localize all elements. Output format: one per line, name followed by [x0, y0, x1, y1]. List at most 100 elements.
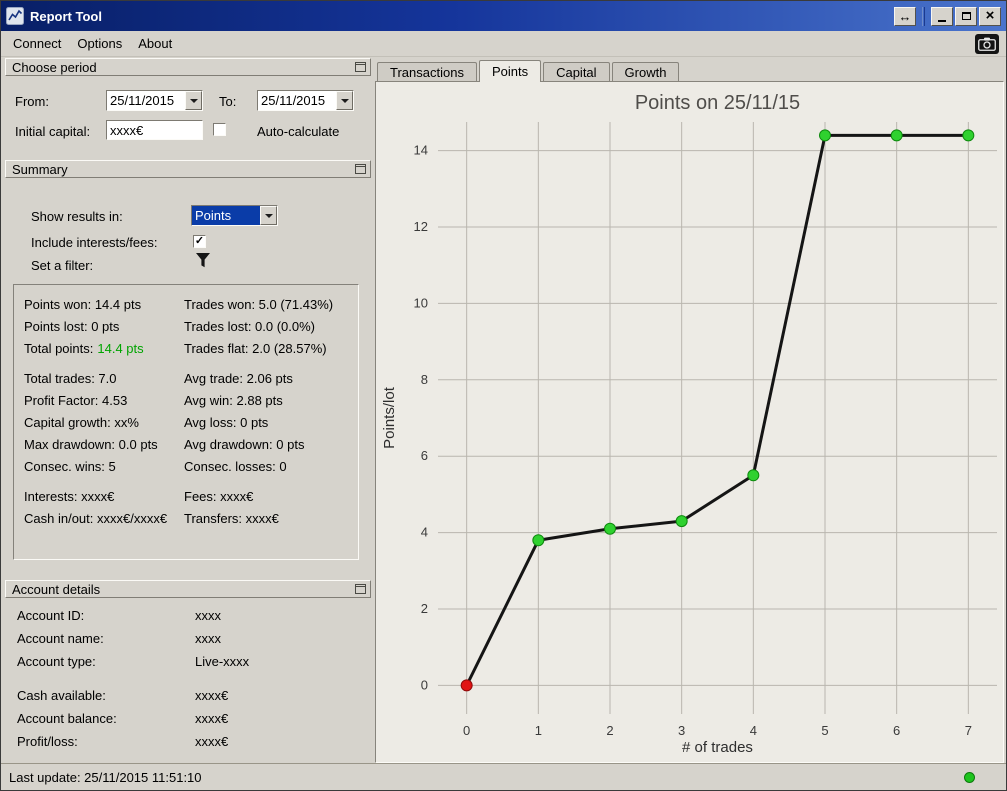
- stat-consec-losses: Consec. losses: 0: [184, 459, 287, 474]
- stat-consec-wins: Consec. wins: 5: [24, 459, 116, 474]
- chart-tab-bar: Transactions Points Capital Growth: [375, 59, 1004, 82]
- points-line-chart: 0 1 2 3 4 5 6 702468101214Points on 25/11/15# o…: [376, 82, 1003, 762]
- svg-text:3: 3: [678, 723, 685, 738]
- menu-item-connect[interactable]: Connect: [5, 33, 69, 54]
- float-panel-icon[interactable]: [355, 62, 366, 72]
- account-name-label: Account name:: [17, 631, 104, 646]
- svg-text:1: 1: [535, 723, 542, 738]
- screenshot-button[interactable]: [975, 34, 999, 54]
- stat-points-lost: Points lost: 0 pts: [24, 319, 120, 334]
- tab-growth[interactable]: Growth: [611, 62, 680, 81]
- close-button[interactable]: ×: [979, 6, 1001, 26]
- title-bar[interactable]: Report Tool ↔ ×: [1, 1, 1006, 31]
- account-details-title: Account details: [12, 581, 101, 597]
- from-date-dropdown-button[interactable]: [185, 91, 202, 110]
- tab-transactions[interactable]: Transactions: [377, 62, 477, 81]
- svg-text:14: 14: [414, 143, 428, 158]
- menu-item-options[interactable]: Options: [69, 33, 130, 54]
- stat-trades-lost: Trades lost: 0.0 (0.0%): [184, 319, 316, 334]
- svg-text:0: 0: [421, 677, 428, 692]
- account-id-label: Account ID:: [17, 608, 85, 623]
- auto-calculate-label: Auto-calculate: [257, 124, 340, 139]
- stat-total-points-label: Total points:: [24, 341, 94, 356]
- account-type-label: Account type:: [17, 654, 96, 669]
- svg-text:6: 6: [893, 723, 900, 738]
- summary-panel: Summary Show results in: Points Include …: [5, 160, 371, 576]
- account-identity-rows: Account ID: xxxx Account name: xxxx Acco…: [17, 608, 365, 669]
- account-balance-label: Account balance:: [17, 711, 117, 726]
- stat-transfers: Transfers: xxxx€: [184, 511, 279, 526]
- close-icon: ×: [985, 6, 995, 24]
- to-date-dropdown[interactable]: 25/11/2015: [257, 90, 354, 111]
- account-balance-rows: Cash available: xxxx€ Account balance: x…: [17, 688, 365, 749]
- svg-text:2: 2: [421, 601, 428, 616]
- stat-trades-won: Trades won: 5.0 (71.43%): [184, 297, 334, 312]
- summary-title: Summary: [12, 161, 68, 177]
- connection-status-indicator: [964, 772, 975, 783]
- stats-group-points: Points won: 14.4 pts Trades won: 5.0 (71…: [24, 297, 350, 356]
- choose-period-title: Choose period: [12, 59, 97, 75]
- summary-stats-box: Points won: 14.4 pts Trades won: 5.0 (71…: [13, 284, 359, 560]
- svg-text:2: 2: [606, 723, 613, 738]
- last-update-text: Last update: 25/11/2015 11:51:10: [9, 769, 202, 785]
- stat-avg-trade: Avg trade: 2.06 pts: [184, 371, 293, 386]
- stat-points-won: Points won: 14.4 pts: [24, 297, 142, 312]
- account-balance-value: xxxx€: [195, 711, 229, 726]
- minimize-button[interactable]: [931, 6, 953, 26]
- stat-profit-factor: Profit Factor: 4.53: [24, 393, 128, 408]
- chevron-down-icon: [189, 98, 198, 103]
- stat-cash-in-out: Cash in/out: xxxx€/xxxx€: [24, 511, 168, 526]
- from-date-dropdown[interactable]: 25/11/2015: [106, 90, 203, 111]
- auto-calculate-checkbox[interactable]: [213, 123, 226, 136]
- stat-total-points-value: 14.4 pts: [97, 341, 144, 356]
- svg-text:5: 5: [821, 723, 828, 738]
- menu-item-about[interactable]: About: [130, 33, 180, 54]
- stat-fees: Fees: xxxx€: [184, 489, 254, 504]
- float-panel-icon[interactable]: [355, 164, 366, 174]
- to-date-dropdown-button[interactable]: [336, 91, 353, 110]
- cash-available-label: Cash available:: [17, 688, 106, 703]
- titlebar-separator: [922, 6, 925, 26]
- float-panel-icon[interactable]: [355, 584, 366, 594]
- stat-avg-win: Avg win: 2.88 pts: [184, 393, 283, 408]
- stat-trades-flat: Trades flat: 2.0 (28.57%): [184, 341, 327, 356]
- tab-points[interactable]: Points: [478, 60, 542, 82]
- from-label: From:: [15, 94, 49, 109]
- from-date-value: 25/11/2015: [110, 93, 175, 108]
- show-results-dropdown-button[interactable]: [260, 206, 277, 225]
- detach-button[interactable]: ↔: [894, 6, 916, 26]
- summary-header: Summary: [5, 160, 371, 178]
- camera-icon: [978, 37, 996, 51]
- show-results-dropdown[interactable]: Points: [191, 205, 278, 226]
- profit-loss-value: xxxx€: [195, 734, 229, 749]
- svg-text:10: 10: [414, 295, 428, 310]
- include-fees-checkbox[interactable]: ✓: [193, 235, 206, 248]
- report-tool-window: Report Tool ↔ × Connect Options About Ch…: [0, 0, 1007, 791]
- menu-bar: Connect Options About: [1, 31, 1006, 57]
- window-title: Report Tool: [30, 8, 102, 24]
- minimize-icon: [938, 20, 946, 22]
- to-label: To:: [219, 94, 237, 109]
- maximize-button[interactable]: [955, 6, 977, 26]
- stat-interests: Interests: xxxx€: [24, 489, 115, 504]
- stat-total-points: Total points: 14.4 pts: [24, 341, 184, 356]
- account-details-header: Account details: [5, 580, 371, 598]
- show-results-value: Points: [192, 206, 260, 225]
- stat-max-drawdown: Max drawdown: 0.0 pts: [24, 437, 158, 452]
- svg-text:Points/lot: Points/lot: [381, 386, 398, 449]
- initial-capital-input[interactable]: [106, 120, 203, 140]
- svg-text:6: 6: [421, 448, 428, 463]
- svg-text:4: 4: [421, 525, 428, 540]
- cash-available-value: xxxx€: [195, 688, 229, 703]
- stat-avg-loss: Avg loss: 0 pts: [184, 415, 269, 430]
- account-type-value: Live-xxxx: [195, 654, 250, 669]
- chevron-down-icon: [264, 213, 273, 218]
- account-id-value: xxxx: [195, 608, 221, 623]
- profit-loss-label: Profit/loss:: [17, 734, 78, 749]
- filter-icon[interactable]: [195, 252, 211, 269]
- tab-capital[interactable]: Capital: [543, 62, 610, 81]
- maximize-icon: [961, 12, 971, 20]
- initial-capital-label: Initial capital:: [15, 124, 91, 139]
- stat-total-trades: Total trades: 7.0: [24, 371, 117, 386]
- choose-period-header: Choose period: [5, 58, 371, 76]
